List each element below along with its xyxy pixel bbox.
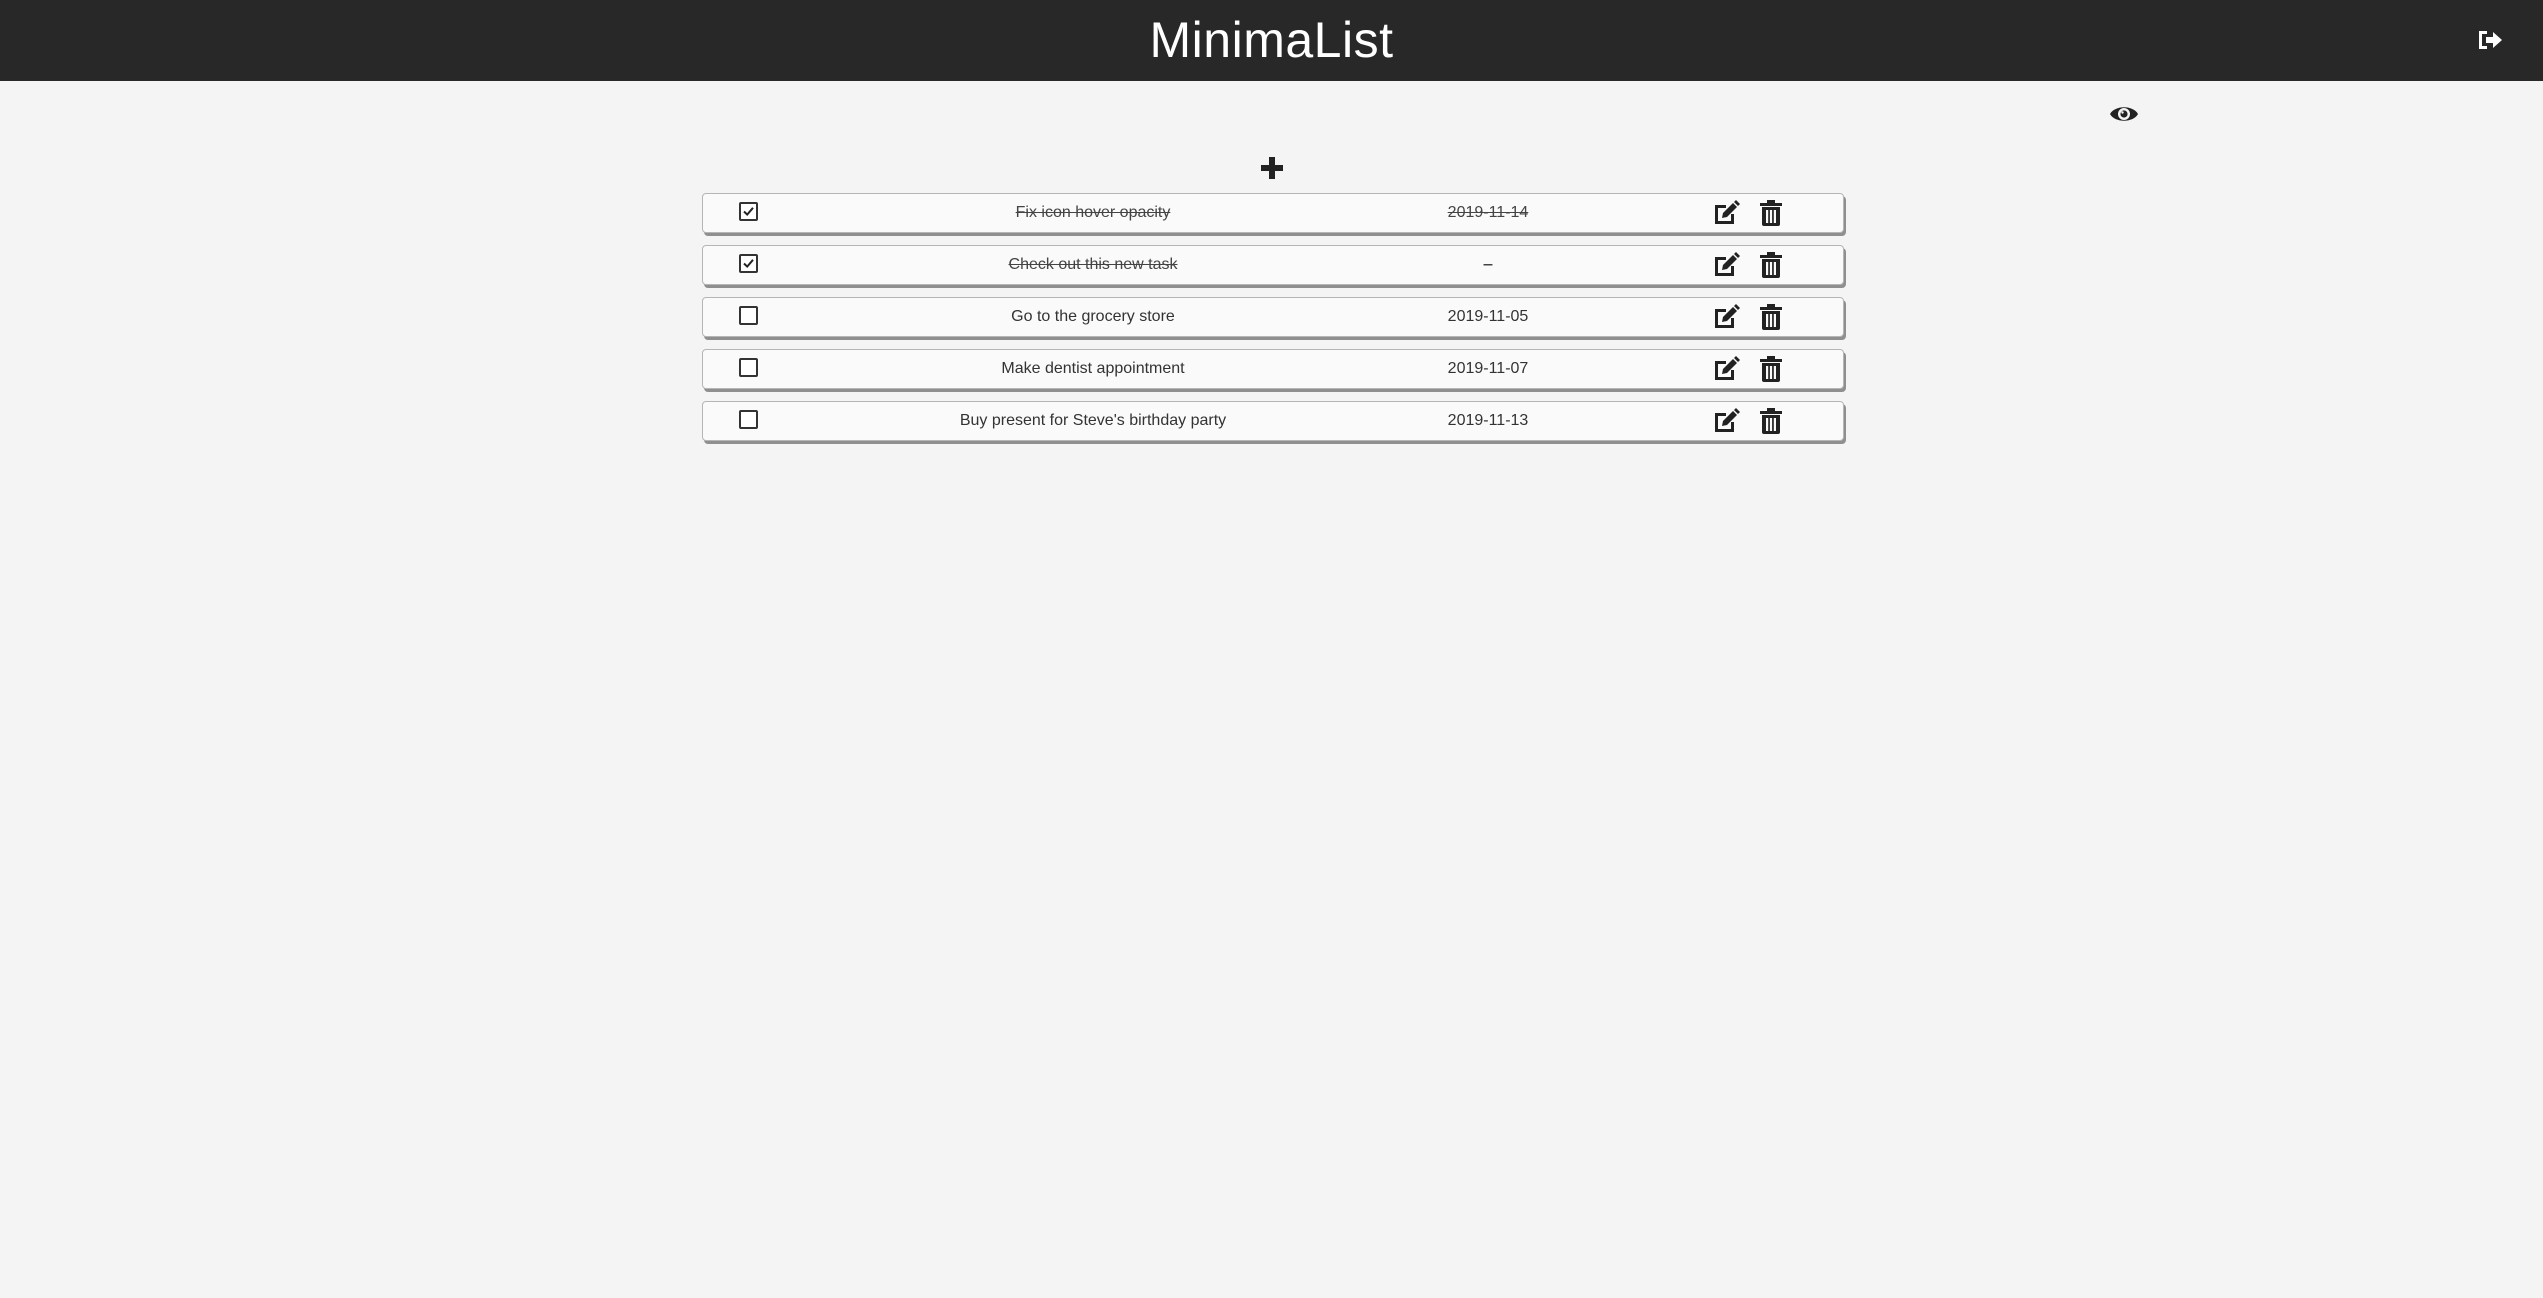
task-text: Check out this new task xyxy=(1008,256,1178,273)
task-text: Make dentist appointment xyxy=(1001,360,1185,377)
task-text: Fix icon hover opacity xyxy=(1015,204,1171,221)
app-header: MinimaList xyxy=(0,0,2543,81)
task-checkbox[interactable] xyxy=(739,254,758,273)
task-row: Fix icon hover opacity 2019-11-14 xyxy=(702,193,1844,233)
trash-icon[interactable] xyxy=(1760,200,1782,226)
task-text: Go to the grocery store xyxy=(1011,308,1175,325)
trash-icon[interactable] xyxy=(1760,356,1782,382)
edit-icon[interactable] xyxy=(1712,200,1740,226)
task-row: Make dentist appointment 2019-11-07 xyxy=(702,349,1844,389)
task-checkbox[interactable] xyxy=(739,410,758,429)
task-row: Buy present for Steve's birthday party 2… xyxy=(702,401,1844,441)
trash-icon[interactable] xyxy=(1760,252,1782,278)
add-task-button[interactable] xyxy=(1259,155,1285,181)
edit-icon[interactable] xyxy=(1712,252,1740,278)
plus-icon xyxy=(1261,157,1283,179)
edit-icon[interactable] xyxy=(1712,356,1740,382)
app-title: MinimaList xyxy=(1149,12,1394,68)
task-checkbox[interactable] xyxy=(739,202,758,221)
task-date: 2019-11-13 xyxy=(1447,412,1529,429)
task-checkbox[interactable] xyxy=(739,306,758,325)
edit-icon[interactable] xyxy=(1712,304,1740,330)
trash-icon[interactable] xyxy=(1760,304,1782,330)
edit-icon[interactable] xyxy=(1712,408,1740,434)
task-row: Go to the grocery store 2019-11-05 xyxy=(702,297,1844,337)
sign-out-icon[interactable] xyxy=(2476,28,2504,52)
task-checkbox[interactable] xyxy=(739,358,758,377)
eye-icon[interactable] xyxy=(2109,103,2139,125)
task-date: 2019-11-05 xyxy=(1447,308,1529,325)
task-date: 2019-11-07 xyxy=(1447,360,1529,377)
task-row: Check out this new task – xyxy=(702,245,1844,285)
task-text: Buy present for Steve's birthday party xyxy=(959,412,1227,429)
task-list: Fix icon hover opacity 2019-11-14 Check xyxy=(702,193,1844,453)
trash-icon[interactable] xyxy=(1760,408,1782,434)
task-date: – xyxy=(1483,256,1493,273)
task-date: 2019-11-14 xyxy=(1447,204,1529,221)
